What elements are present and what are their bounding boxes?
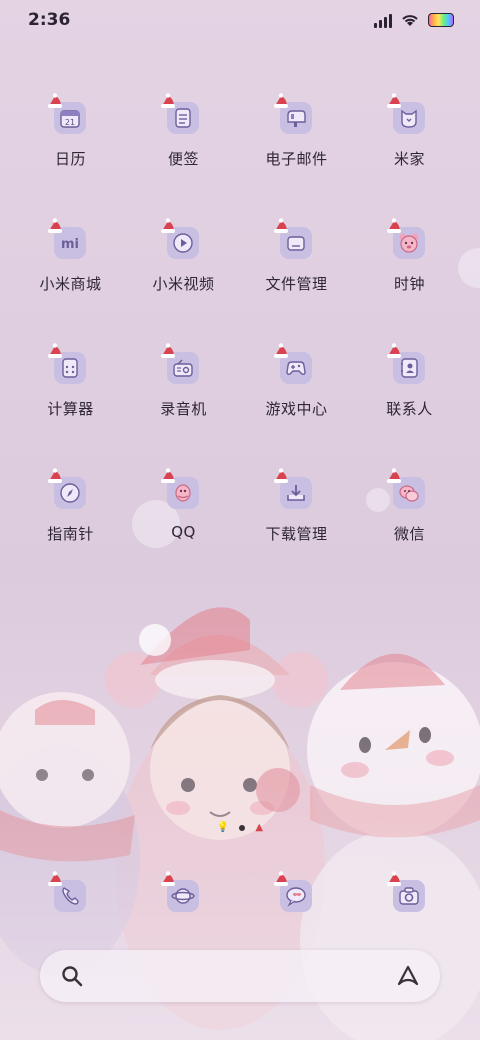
qq-penguin-icon-wrapper (159, 467, 209, 517)
app-qq-penguin[interactable]: QQ (127, 465, 240, 548)
dock-app-camera[interactable] (353, 868, 466, 928)
app-label: 米家 (393, 150, 425, 168)
dock-app-phone[interactable] (14, 868, 127, 928)
app-gamepad[interactable]: 游戏中心 (240, 340, 353, 423)
app-label: 下载管理 (265, 525, 328, 543)
santa-hat-icon (273, 343, 288, 358)
gamepad-icon-wrapper (272, 342, 322, 392)
messages-icon-wrapper (272, 870, 322, 920)
app-notes[interactable]: 便签 (127, 90, 240, 173)
app-label: 联系人 (386, 400, 433, 418)
download-icon-wrapper (272, 467, 322, 517)
dock-app-messages[interactable] (240, 868, 353, 928)
app-radio-recorder[interactable]: 录音机 (127, 340, 240, 423)
search-icon (62, 966, 83, 987)
santa-hat-icon (386, 468, 401, 483)
folder-icon-wrapper (272, 217, 322, 267)
dock-app-browser-planet[interactable] (127, 868, 240, 928)
mailbox-icon-wrapper (272, 92, 322, 142)
app-label: 小米视频 (152, 275, 215, 293)
app-mijia[interactable]: 米家 (353, 90, 466, 173)
app-download[interactable]: 下载管理 (240, 465, 353, 548)
phone-icon-wrapper (46, 870, 96, 920)
santa-hat-icon (386, 93, 401, 108)
app-contacts[interactable]: 联系人 (353, 340, 466, 423)
app-bear-clock[interactable]: 时钟 (353, 215, 466, 298)
assistant-icon[interactable] (396, 964, 420, 988)
calculator-icon-wrapper (46, 342, 96, 392)
app-label: 电子邮件 (265, 150, 328, 168)
video-play-icon-wrapper (159, 217, 209, 267)
santa-hat-icon (47, 871, 62, 886)
santa-hat-icon (386, 218, 401, 233)
browser-planet-icon-wrapper (159, 870, 209, 920)
santa-hat-icon (273, 871, 288, 886)
santa-hat-icon (273, 218, 288, 233)
santa-hat-icon (386, 871, 401, 886)
page-dot-active (239, 824, 246, 831)
santa-hat-icon (273, 93, 288, 108)
app-label: 录音机 (160, 400, 207, 418)
app-calendar[interactable]: 21 日历 (14, 90, 127, 173)
status-time: 2:36 (28, 10, 71, 30)
mi-store-icon-wrapper: mi (46, 217, 96, 267)
santa-hat-icon (160, 93, 175, 108)
page-indicator[interactable]: 💡 ▲ (0, 822, 480, 833)
santa-hat-icon (160, 871, 175, 886)
app-mailbox[interactable]: 电子邮件 (240, 90, 353, 173)
app-label: 便签 (167, 150, 199, 168)
app-label: 日历 (54, 150, 86, 168)
cellular-signal-icon (374, 12, 392, 28)
camera-icon-wrapper (385, 870, 435, 920)
calendar-icon-wrapper: 21 (46, 92, 96, 142)
app-label: 游戏中心 (265, 400, 328, 418)
icon-badge-text: 21 (64, 118, 74, 127)
icon-badge-text: mi (60, 237, 78, 252)
santa-hat-icon (47, 468, 62, 483)
dock (14, 868, 466, 928)
status-icons (374, 12, 454, 28)
app-grid: 21 日历 便签 电子邮件 米家 mi 小米商城 小米视频 文件管理 时钟计算器 录音机 游戏中心 联系… (14, 90, 466, 548)
santa-hat-icon (273, 468, 288, 483)
app-folder[interactable]: 文件管理 (240, 215, 353, 298)
radio-recorder-icon-wrapper (159, 342, 209, 392)
app-label: QQ (171, 523, 196, 541)
contacts-icon-wrapper (385, 342, 435, 392)
battery-icon (428, 13, 454, 27)
app-label: 计算器 (47, 400, 94, 418)
santa-hat-icon (160, 218, 175, 233)
home-light-icon: 💡 (216, 822, 230, 833)
wifi-icon (402, 15, 418, 26)
app-video-play[interactable]: 小米视频 (127, 215, 240, 298)
notes-icon-wrapper (159, 92, 209, 142)
app-compass[interactable]: 指南针 (14, 465, 127, 548)
mijia-icon-wrapper (385, 92, 435, 142)
santa-hat-icon (386, 343, 401, 358)
bear-clock-icon-wrapper (385, 217, 435, 267)
app-wechat[interactable]: 微信 (353, 465, 466, 548)
app-label: 时钟 (393, 275, 425, 293)
compass-icon-wrapper (46, 467, 96, 517)
app-label: 指南针 (47, 525, 94, 543)
app-label: 微信 (393, 525, 425, 543)
santa-hat-icon (47, 93, 62, 108)
santa-hat-icon (47, 343, 62, 358)
app-label: 小米商城 (39, 275, 102, 293)
search-bar[interactable] (40, 950, 440, 1002)
app-mi-store[interactable]: mi 小米商城 (14, 215, 127, 298)
wechat-icon-wrapper (385, 467, 435, 517)
app-calculator[interactable]: 计算器 (14, 340, 127, 423)
status-bar: 2:36 (0, 0, 480, 42)
santa-hat-icon (160, 343, 175, 358)
santa-hat-icon (47, 218, 62, 233)
santa-hat-icon (160, 468, 175, 483)
app-label: 文件管理 (265, 275, 328, 293)
page-dot-hat-icon: ▲ (255, 822, 264, 833)
